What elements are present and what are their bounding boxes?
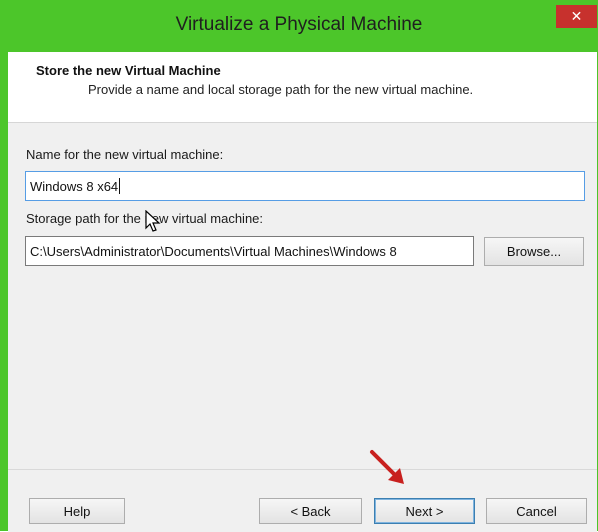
- back-button[interactable]: < Back: [259, 498, 362, 524]
- browse-button[interactable]: Browse...: [484, 237, 584, 266]
- page-title: Store the new Virtual Machine: [36, 63, 221, 78]
- dialog-window: Virtualize a Physical Machine ✕ Store th…: [0, 0, 598, 532]
- text-caret: [119, 178, 121, 194]
- wizard-footer: Help < Back Next > Cancel: [8, 469, 597, 532]
- help-button[interactable]: Help: [29, 498, 125, 524]
- storage-path-input[interactable]: C:\Users\Administrator\Documents\Virtual…: [25, 236, 474, 266]
- red-arrow-icon: [370, 450, 404, 484]
- mouse-pointer-icon: [145, 210, 161, 232]
- cancel-button[interactable]: Cancel: [486, 498, 587, 524]
- name-field-label: Name for the new virtual machine:: [26, 147, 224, 162]
- next-button[interactable]: Next >: [374, 498, 475, 524]
- wizard-header: Store the new Virtual Machine Provide a …: [8, 52, 597, 123]
- close-button[interactable]: ✕: [556, 5, 597, 28]
- window-title: Virtualize a Physical Machine: [175, 14, 423, 35]
- vm-name-input[interactable]: Windows 8 x64: [25, 171, 585, 201]
- page-subtitle: Provide a name and local storage path fo…: [88, 82, 474, 97]
- vm-name-value: Windows 8 x64: [30, 178, 119, 194]
- title-bar[interactable]: Virtualize a Physical Machine ✕: [0, 0, 598, 52]
- wizard-content: Name for the new virtual machine: Window…: [8, 123, 597, 469]
- storage-path-value: C:\Users\Administrator\Documents\Virtual…: [30, 243, 397, 259]
- close-icon: ✕: [570, 8, 583, 24]
